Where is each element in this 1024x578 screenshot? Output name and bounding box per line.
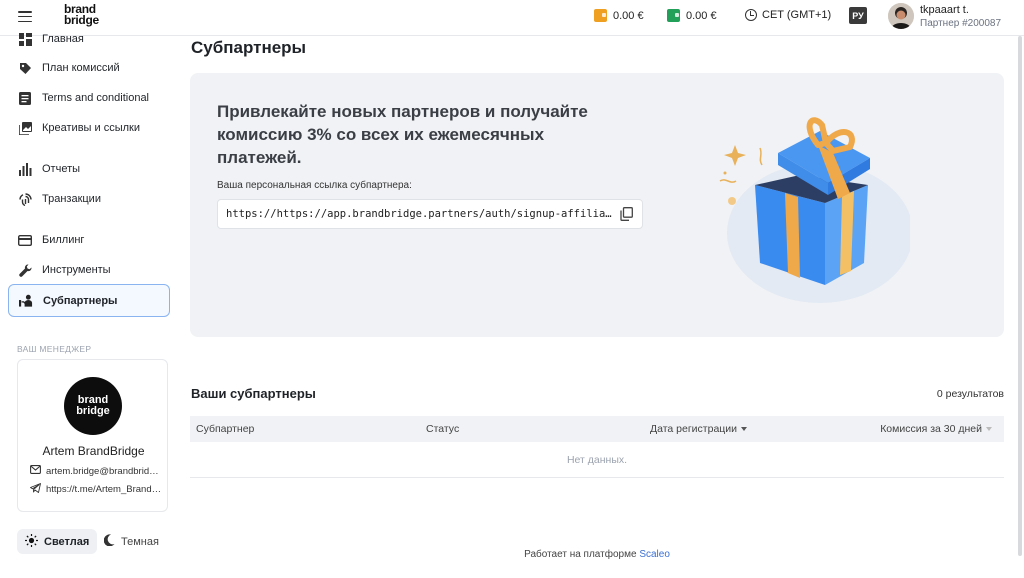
fingerprint-icon	[18, 192, 32, 206]
column-commission-30d[interactable]: Комиссия за 30 дней	[880, 423, 992, 435]
sort-icon	[986, 427, 992, 431]
theme-light-label: Светлая	[44, 535, 90, 548]
manager-section-title: ВАШ МЕНЕДЖЕР	[17, 344, 92, 354]
manager-telegram[interactable]: https://t.me/Artem_BrandBridge	[30, 483, 162, 496]
sidebar-item-tools[interactable]: Инструменты	[8, 255, 170, 285]
sidebar-item-label: Terms and conditional	[42, 92, 150, 104]
sidebar-item-label: Главная	[42, 33, 84, 45]
sidebar-item-label: Транзакции	[42, 193, 101, 205]
brand-logo[interactable]: brand bridge	[64, 3, 99, 26]
sidebar: Главная План комиссий Terms and conditio…	[0, 32, 180, 578]
manager-logo: brand bridge	[64, 377, 122, 435]
gift-illustration	[700, 103, 915, 306]
avatar[interactable]	[888, 3, 914, 29]
banner-heading: Привлекайте новых партнеров и получайте …	[217, 102, 588, 167]
theme-dark-button[interactable]: Темная	[96, 529, 167, 554]
theme-dark-label: Темная	[121, 535, 159, 548]
page-scrollbar[interactable]	[1018, 36, 1022, 556]
sidebar-item-label: Отчеты	[42, 163, 81, 175]
footer-text: Работает на платформе	[524, 549, 637, 560]
sidebar-item-label: План комиссий	[42, 62, 120, 74]
sidebar-item-reports[interactable]: Отчеты	[8, 154, 170, 184]
table-header: Субпартнер Статус Дата регистрации Комис…	[190, 416, 1004, 442]
sidebar-item-label: Инструменты	[42, 264, 111, 276]
theme-light-button[interactable]: Светлая	[17, 529, 98, 554]
moon-icon	[103, 534, 115, 549]
sidebar-item-subpartners[interactable]: Субпартнеры	[8, 284, 170, 317]
column-label: Комиссия за 30 дней	[880, 423, 982, 435]
referral-link-value[interactable]: https://https://app.brandbridge.partners…	[226, 208, 612, 220]
referral-link-field[interactable]: https://https://app.brandbridge.partners…	[217, 199, 643, 229]
sidebar-item-commission-plan[interactable]: План комиссий	[8, 53, 170, 83]
referral-banner: Привлекайте новых партнеров и получайте …	[190, 73, 1004, 337]
page-title: Субпартнеры	[191, 38, 307, 57]
table-empty-row: Нет данных.	[190, 442, 1004, 478]
footer-scaleo-link[interactable]: Scaleo	[639, 549, 670, 560]
copy-icon[interactable]	[620, 207, 634, 221]
column-subpartner[interactable]: Субпартнер	[196, 423, 254, 435]
subpartners-section-title: Ваши субпартнеры	[191, 386, 316, 401]
mail-icon	[30, 465, 41, 477]
wallet-balance-2[interactable]: 0.00 €	[667, 9, 717, 22]
timezone-selector[interactable]: CET (GMT+1)	[745, 9, 831, 21]
manager-card: brand bridge Artem BrandBridge artem.bri…	[17, 359, 168, 512]
sidebar-item-billing[interactable]: Биллинг	[8, 225, 170, 255]
subpartners-icon	[19, 294, 33, 308]
column-label: Субпартнер	[196, 423, 255, 435]
column-registration-date[interactable]: Дата регистрации	[650, 423, 748, 435]
sidebar-item-label: Креативы и ссылки	[42, 122, 140, 134]
sidebar-item-home[interactable]: Главная	[8, 24, 170, 54]
sidebar-item-label: Субпартнеры	[43, 294, 118, 307]
wallet-icon	[594, 9, 607, 22]
manager-telegram-text: https://t.me/Artem_BrandBridge	[46, 484, 162, 495]
sort-desc-icon	[741, 427, 748, 431]
timezone-label: CET (GMT+1)	[762, 9, 832, 21]
referral-link-label: Ваша персональная ссылка субпартнера:	[217, 180, 412, 191]
column-label: Статус	[426, 423, 460, 435]
wrench-icon	[18, 263, 32, 277]
document-icon	[18, 91, 32, 105]
partner-id: Партнер #200087	[920, 18, 1002, 29]
sidebar-item-terms[interactable]: Terms and conditional	[8, 83, 170, 113]
sidebar-item-transactions[interactable]: Транзакции	[8, 184, 170, 214]
column-label: Дата регистрации	[650, 423, 738, 435]
images-icon	[18, 121, 32, 135]
dashboard-icon	[18, 32, 32, 46]
telegram-icon	[30, 483, 41, 496]
results-count: 0 результатов	[936, 388, 1004, 400]
manager-email[interactable]: artem.bridge@brandbridge.partners	[30, 465, 162, 477]
wallet-balance-2-value: 0.00 €	[686, 9, 717, 22]
column-status[interactable]: Статус	[426, 423, 459, 435]
clock-icon	[745, 9, 757, 21]
sun-icon	[25, 533, 38, 550]
manager-email-text: artem.bridge@brandbridge.partners	[46, 465, 162, 477]
manager-logo-line2: bridge	[76, 405, 110, 417]
wallet-balance-1-value: 0.00 €	[613, 9, 644, 22]
language-switcher[interactable]: РУ	[849, 7, 867, 24]
sidebar-item-creatives[interactable]: Креативы и ссылки	[8, 113, 170, 143]
tag-icon	[18, 61, 32, 75]
menu-icon[interactable]	[18, 11, 32, 22]
manager-name: Artem BrandBridge	[42, 444, 145, 458]
bar-chart-icon	[18, 162, 32, 176]
wallet-icon	[667, 9, 680, 22]
user-name[interactable]: tkpaaart t.	[920, 4, 969, 16]
footer: Работает на платформе Scaleo	[190, 549, 1004, 560]
wallet-balance-1[interactable]: 0.00 €	[594, 9, 644, 22]
credit-card-icon	[18, 233, 32, 247]
sidebar-item-label: Биллинг	[42, 234, 85, 246]
